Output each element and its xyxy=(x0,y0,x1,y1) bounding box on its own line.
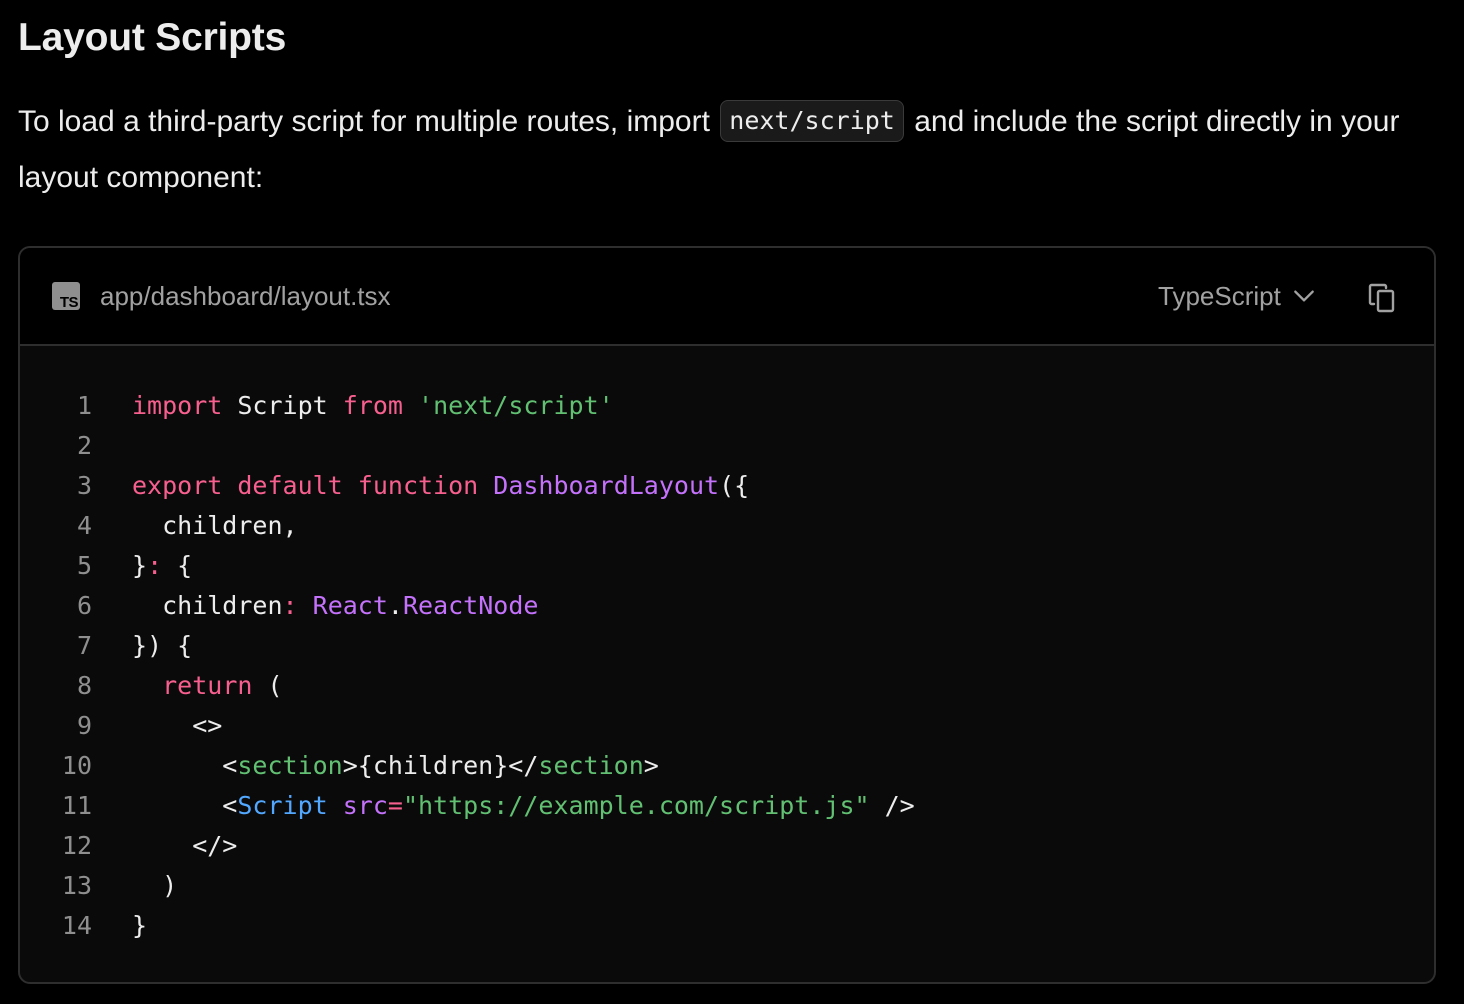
code-token: }) { xyxy=(132,631,193,660)
code-token: : xyxy=(282,591,298,620)
code-token: } xyxy=(132,551,148,580)
code-token: . xyxy=(387,591,403,620)
code-token: src xyxy=(342,791,388,820)
code-token: ReactNode xyxy=(402,591,539,620)
code-block: TS app/dashboard/layout.tsx TypeScript 1… xyxy=(18,246,1436,984)
typescript-file-icon: TS xyxy=(52,282,80,310)
code-token: </> xyxy=(132,831,238,860)
line-number: 9 xyxy=(76,711,92,740)
code-line: 2 xyxy=(20,426,1434,466)
inline-code-next-script: next/script xyxy=(720,100,904,142)
line-content: }) { xyxy=(132,626,192,666)
code-token: import xyxy=(132,391,223,420)
code-token: >{children}</ xyxy=(342,751,539,780)
code-token: children, xyxy=(132,511,298,540)
line-content: <> xyxy=(132,706,222,746)
code-token: "https://example.com/script.js" xyxy=(402,791,870,820)
code-token: } xyxy=(132,911,148,940)
language-select-label: TypeScript xyxy=(1158,281,1281,311)
code-line: 1 import Script from 'next/script' xyxy=(20,386,1434,426)
code-token: : xyxy=(147,551,163,580)
page-title: Layout Scripts xyxy=(18,16,287,59)
line-content: children, xyxy=(132,506,298,546)
code-token: <> xyxy=(132,711,223,740)
code-filename: app/dashboard/layout.tsx xyxy=(100,281,391,311)
language-select[interactable]: TypeScript xyxy=(1158,276,1317,316)
code-token: default xyxy=(237,471,343,500)
line-number: 13 xyxy=(61,871,92,900)
code-line: 7 }) { xyxy=(20,626,1434,666)
line-content: }: { xyxy=(132,546,192,586)
intro-text-before: To load a third-party script for multipl… xyxy=(18,105,719,138)
code-token: Script xyxy=(222,391,343,420)
code-line: 8 return ( xyxy=(20,666,1434,706)
code-body: 1 import Script from 'next/script' 2 3 expor… xyxy=(20,386,1434,946)
code-token: ({ xyxy=(719,471,750,500)
code-token: < xyxy=(132,751,238,780)
code-token: React xyxy=(312,591,388,620)
line-content: <section>{children}</section> xyxy=(132,746,659,786)
line-number: 4 xyxy=(76,511,92,540)
line-content: export default function DashboardLayout(… xyxy=(132,466,749,506)
code-token: { xyxy=(162,551,193,580)
line-number: 14 xyxy=(61,911,92,940)
intro-paragraph: To load a third-party script for multipl… xyxy=(18,94,1418,206)
code-line: 14} xyxy=(20,906,1434,946)
code-line: 11 <Script src="https://example.com/scri… xyxy=(20,786,1434,826)
line-number: 11 xyxy=(61,791,92,820)
line-number: 6 xyxy=(76,591,92,620)
code-line: 10 <section>{children}</section> xyxy=(20,746,1434,786)
code-line: 9 <> xyxy=(20,706,1434,746)
line-content: return ( xyxy=(132,666,283,706)
code-token: /> xyxy=(869,791,915,820)
line-content: import Script from 'next/script' xyxy=(132,386,614,426)
line-content: </> xyxy=(132,826,237,866)
code-token: DashboardLayout xyxy=(493,471,720,500)
line-number: 1 xyxy=(76,391,92,420)
code-line: 3 export default function DashboardLayout… xyxy=(20,466,1434,506)
code-token: ( xyxy=(252,671,283,700)
line-number: 10 xyxy=(61,751,92,780)
chevron-down-icon xyxy=(1293,290,1314,302)
copy-button[interactable] xyxy=(1362,278,1402,318)
line-content: <Script src="https://example.com/script.… xyxy=(132,786,915,826)
code-token: < xyxy=(132,791,238,820)
code-token: section xyxy=(237,751,343,780)
code-token: return xyxy=(162,671,253,700)
code-token: Script xyxy=(237,791,328,820)
line-number: 3 xyxy=(76,471,92,500)
line-content: } xyxy=(132,906,147,946)
code-line: 6 children: React.ReactNode xyxy=(20,586,1434,626)
code-line: 4 children, xyxy=(20,506,1434,546)
line-number: 2 xyxy=(76,431,92,460)
code-token: children xyxy=(132,591,283,620)
copy-icon xyxy=(1368,283,1395,313)
code-token: > xyxy=(643,751,659,780)
code-line: 12 </> xyxy=(20,826,1434,866)
line-number: 7 xyxy=(76,631,92,660)
line-content: ) xyxy=(132,866,177,906)
code-token: section xyxy=(538,751,644,780)
line-number: 12 xyxy=(61,831,92,860)
code-token: from xyxy=(342,391,403,420)
line-number: 5 xyxy=(76,551,92,580)
code-line: 13 ) xyxy=(20,866,1434,906)
code-token: 'next/script' xyxy=(418,391,614,420)
code-token: = xyxy=(387,791,403,820)
code-token: export xyxy=(132,471,223,500)
line-content: children: React.ReactNode xyxy=(132,586,538,626)
code-line: 5}: { xyxy=(20,546,1434,586)
typescript-file-icon-label: TS xyxy=(59,294,79,311)
line-number: 8 xyxy=(76,671,92,700)
code-block-header: TS app/dashboard/layout.tsx TypeScript xyxy=(20,248,1434,346)
code-token: function xyxy=(357,471,479,500)
code-token: ) xyxy=(132,871,178,900)
